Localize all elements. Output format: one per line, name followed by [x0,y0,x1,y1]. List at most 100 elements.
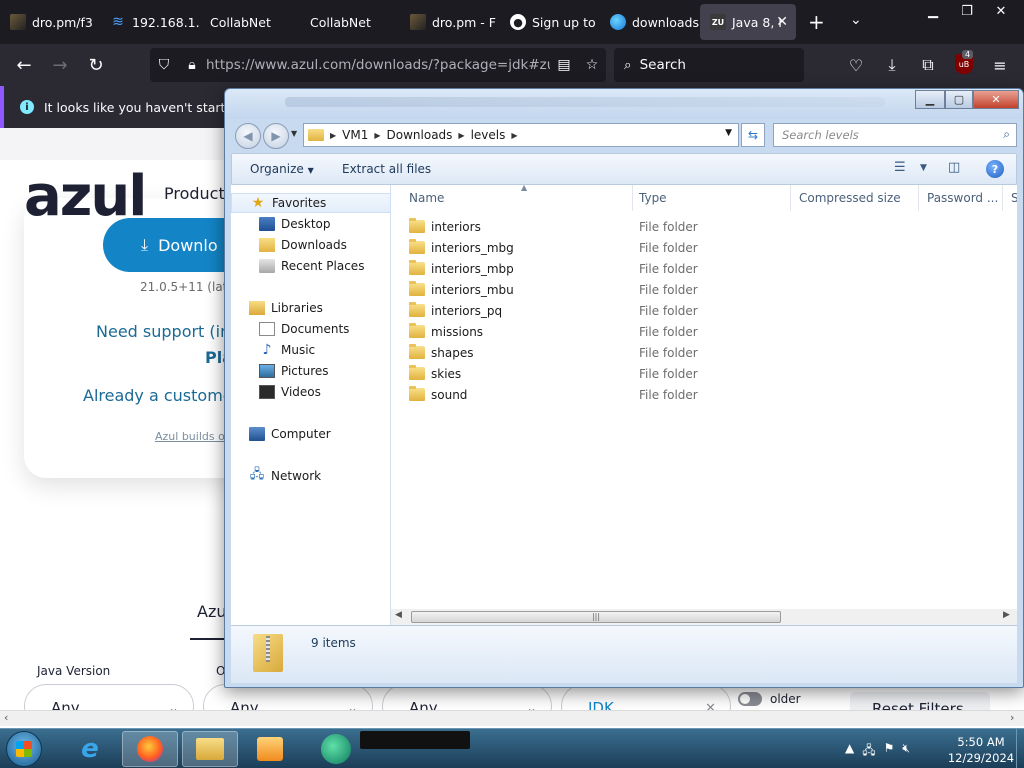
scroll-left-icon[interactable]: ‹ [4,711,8,724]
nav-computer[interactable]: Computer [231,424,391,444]
minimize-button[interactable]: ▁ [916,0,950,22]
list-all-tabs-button[interactable]: ⌄ [850,12,862,28]
taskbar-app[interactable] [308,731,364,767]
scroll-thumb[interactable]: ||| [411,611,781,623]
nav-desktop[interactable]: Desktop [231,214,391,234]
close-tab-icon[interactable]: ✕ [776,14,788,30]
close-window-button[interactable]: ✕ [984,0,1018,22]
builds-link[interactable]: Azul builds o [155,430,225,443]
file-row[interactable]: interiors_mbg File folder [391,238,1017,259]
scroll-right-icon[interactable]: ▶ [1003,610,1010,620]
refresh-button[interactable]: ⇆ [741,123,765,147]
file-row[interactable]: interiors_pq File folder [391,301,1017,322]
nav-libraries[interactable]: Libraries [231,298,391,318]
column-header-size[interactable]: Si [1003,185,1017,211]
breadcrumb-arrow-icon[interactable]: ▶ [330,131,336,140]
browser-tab[interactable]: ● Sign up to [500,4,600,40]
menu-icon[interactable]: ≡ [988,53,1012,77]
search-input[interactable]: Search levels ⌕ [773,123,1017,147]
breadcrumb-levels[interactable]: levels [471,128,506,142]
file-row[interactable]: shapes File folder [391,343,1017,364]
breadcrumb-downloads[interactable]: Downloads [387,128,453,142]
browser-tab[interactable]: dro.pm/f3 [0,4,100,40]
browser-tab[interactable]: CollabNet [300,4,400,40]
search-bar[interactable]: ⌕ Search [614,48,804,82]
nav-videos[interactable]: Videos [231,382,391,402]
taskbar-explorer[interactable] [182,731,238,767]
volume-muted-icon[interactable]: 🔇︎ [902,741,910,762]
restore-button[interactable]: ❐ [950,0,984,22]
url-text[interactable]: https://www.azul.com/downloads/?package=… [206,57,550,73]
minimize-button[interactable]: ▁ [915,90,945,109]
address-bar[interactable]: ▶ VM1 ▶ Downloads ▶ levels ▶ ▼ [303,123,739,147]
forward-button[interactable]: ▶ [263,123,289,149]
breadcrumb-arrow-icon[interactable]: ▶ [374,131,380,140]
nav-recent-places[interactable]: Recent Places [231,256,391,276]
taskbar-media-player[interactable] [242,731,298,767]
taskbar-internet-explorer[interactable]: e [62,731,118,767]
show-desktop-button[interactable] [1016,729,1024,768]
taskbar-firefox[interactable] [122,731,178,767]
help-icon[interactable]: ? [986,160,1004,178]
column-header-name[interactable]: ▲ Name [401,185,633,211]
breadcrumb-arrow-icon[interactable]: ▶ [511,131,517,140]
browser-tab[interactable]: ≋ 192.168.1.1 [100,4,200,40]
scroll-right-icon[interactable]: › [1010,711,1014,724]
file-row[interactable]: interiors_mbu File folder [391,280,1017,301]
breadcrumb-vm1[interactable]: VM1 [342,128,368,142]
network-icon[interactable]: 🖧︎ [862,741,875,762]
file-row[interactable]: interiors File folder [391,217,1017,238]
file-row[interactable]: missions File folder [391,322,1017,343]
browser-tab[interactable]: downloads [600,4,700,40]
nav-downloads[interactable]: Downloads [231,235,391,255]
bookmark-star-icon[interactable]: ☆ [578,57,606,73]
close-button[interactable]: ✕ [973,90,1019,109]
search-icon[interactable]: ⌕ [1003,127,1010,142]
action-center-flag-icon[interactable]: ⚑ [884,741,895,762]
reload-button[interactable]: ↻ [84,53,108,77]
nav-documents[interactable]: Documents [231,319,391,339]
forward-button[interactable]: → [48,53,72,77]
change-view-icon[interactable]: ☰ [894,160,906,175]
recent-pages-dropdown[interactable]: ▼ [291,129,297,138]
nav-favorites[interactable]: ★ Favorites [231,193,391,213]
file-row[interactable]: interiors_mbp File folder [391,259,1017,280]
browser-tab[interactable]: dro.pm - F [400,4,500,40]
file-row[interactable]: sound File folder [391,385,1017,406]
reset-filters-button[interactable]: Reset Filters [850,692,990,710]
maximize-button[interactable]: ▢ [945,90,973,109]
show-hidden-icons-icon[interactable]: ▲ [845,741,854,762]
browser-tab[interactable]: CollabNet [200,4,300,40]
page-horizontal-scrollbar[interactable]: ‹ › [0,710,1024,726]
window-titlebar[interactable]: ▁ ▢ ✕ [225,89,1023,119]
lock-icon[interactable]: 🔒︎ [178,57,206,73]
nav-network[interactable]: 🖧︎ Network [231,466,391,486]
horizontal-scrollbar[interactable]: ◀ ||| ▶ [391,609,1017,625]
tracking-shield-icon[interactable]: ⛉ [150,57,178,73]
column-header-type[interactable]: Type [631,185,791,211]
column-header-password[interactable]: Password ... [919,185,1003,211]
nav-pictures[interactable]: Pictures [231,361,391,381]
back-button[interactable]: ◀ [235,123,261,149]
downloads-icon[interactable]: ⤓ [880,53,904,77]
pocket-icon[interactable]: ♡ [844,53,868,77]
address-dropdown-icon[interactable]: ▼ [725,128,732,138]
preview-pane-icon[interactable]: ◫ [948,160,960,175]
new-tab-button[interactable]: + [808,10,825,34]
older-versions-toggle[interactable] [738,692,762,706]
view-dropdown-icon[interactable]: ▼ [920,163,927,173]
column-header-compressed-size[interactable]: Compressed size [791,185,919,211]
start-button[interactable] [6,731,42,767]
extensions-icon[interactable]: ⧉ [916,53,940,77]
clear-icon[interactable]: ✕ [705,701,716,710]
nav-music[interactable]: ♪ Music [231,340,391,360]
reader-view-icon[interactable]: ▤ [550,57,578,73]
scroll-left-icon[interactable]: ◀ [395,610,402,620]
browser-tab-active[interactable]: ZU Java 8, I ✕ [700,4,796,40]
organize-button[interactable]: Organize ▼ [250,162,314,176]
extract-all-button[interactable]: Extract all files [342,162,431,176]
file-row[interactable]: skies File folder [391,364,1017,385]
nav-products-link[interactable]: Products [164,184,233,203]
breadcrumb-arrow-icon[interactable]: ▶ [458,131,464,140]
back-button[interactable]: ← [12,53,36,77]
